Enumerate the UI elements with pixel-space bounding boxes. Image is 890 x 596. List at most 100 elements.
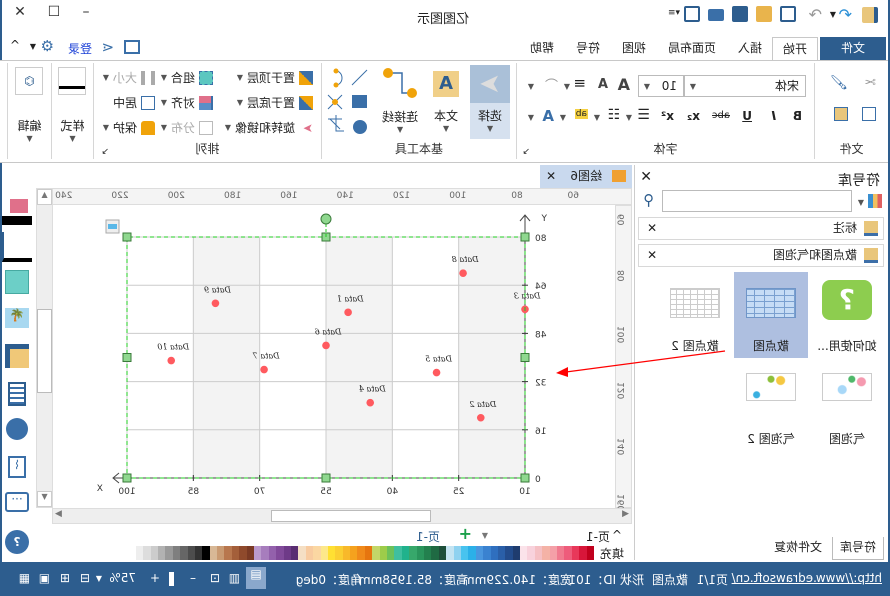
share-icon[interactable]: ⋖ (101, 38, 114, 56)
close-button[interactable]: ✕ (8, 4, 32, 20)
symbol-scatter[interactable]: 散点图 (734, 272, 808, 358)
resize-handle[interactable] (520, 473, 530, 483)
page-list-icon[interactable] (8, 382, 26, 406)
group-button[interactable]: 组合 ▼ (161, 69, 213, 86)
subscript-button[interactable]: x₂ (687, 109, 700, 123)
align-text-icon[interactable]: ≡ (573, 74, 586, 92)
bullet-dropdown-icon[interactable]: ▼ (594, 113, 600, 122)
library-books-icon[interactable] (868, 194, 882, 208)
vscroll-thumb[interactable] (37, 309, 52, 393)
color-swatch[interactable] (254, 546, 262, 560)
color-swatch[interactable] (342, 546, 351, 560)
distribute-button[interactable]: 分布 ▼ (161, 119, 213, 136)
full-screen-icon[interactable]: ⊞ (60, 571, 70, 585)
line-spacing-dropdown-icon[interactable]: ▼ (626, 113, 632, 122)
symbol-bubble-2[interactable]: 气泡图 2 (734, 365, 808, 451)
symbol-scatter-2[interactable]: 散点图 2 (658, 272, 732, 358)
color-swatch[interactable] (431, 546, 439, 560)
help-icon[interactable]: ? (5, 530, 29, 554)
fill-tool-icon[interactable] (2, 195, 32, 225)
page-dropdown-icon[interactable]: ▼ (482, 531, 488, 540)
library-bottom-tab-recovery[interactable]: 文件恢复 (766, 537, 830, 560)
color-swatch[interactable] (460, 546, 469, 560)
color-swatch[interactable] (350, 546, 358, 560)
color-swatch[interactable] (320, 546, 328, 560)
bring-to-front-button[interactable]: 置于顶层 ▼ (237, 69, 313, 86)
zoom-level[interactable]: 75% (109, 571, 136, 585)
color-swatch[interactable] (542, 546, 550, 560)
highlight-icon[interactable]: ab (574, 109, 588, 119)
color-swatch[interactable] (549, 546, 558, 560)
format-painter-icon[interactable]: 🖌 (830, 75, 848, 91)
underline-button[interactable]: U (742, 109, 752, 123)
scroll-down-icon[interactable]: ▼ (37, 491, 52, 507)
color-swatch[interactable] (172, 546, 181, 560)
website-link[interactable]: http://www.edrawsoft.cn/ (732, 571, 882, 585)
color-swatch[interactable] (490, 546, 498, 560)
font-size-dropdown-icon[interactable]: ▼ (644, 82, 650, 91)
color-swatch[interactable] (150, 546, 158, 560)
tab-view[interactable]: 视图 (614, 37, 654, 61)
scroll-left-icon[interactable]: ◀ (622, 509, 629, 519)
color-swatch[interactable] (283, 546, 291, 560)
font-name-dropdown-icon[interactable]: ▼ (690, 82, 696, 91)
page-view-icon[interactable]: ▤ (246, 567, 266, 589)
font-color-dropdown-icon[interactable]: ▼ (528, 113, 534, 122)
grow-font-button[interactable]: A (618, 75, 630, 94)
two-page-view-icon[interactable]: ▥ (229, 571, 240, 585)
font-name-select[interactable]: 宋体 (684, 75, 806, 97)
color-swatch[interactable] (276, 546, 284, 560)
color-swatch[interactable] (239, 546, 247, 560)
color-swatch[interactable] (135, 546, 144, 560)
symbol-bubble[interactable]: 气泡图 (810, 365, 884, 451)
document-tab[interactable]: 绘图6 ✕ (540, 165, 632, 188)
rotate-mirror-button[interactable]: ➤ 旋转和镜像 ▼ (225, 119, 313, 136)
italic-button[interactable]: I (772, 109, 776, 123)
hyperlink-globe-icon[interactable] (6, 418, 28, 440)
arc-dropdown-icon[interactable]: ▼ (528, 82, 534, 91)
resize-handle[interactable] (520, 232, 530, 242)
rotation-handle[interactable] (320, 213, 332, 225)
tab-page-layout[interactable]: 页面布局 (660, 37, 724, 61)
color-swatch[interactable] (313, 546, 321, 560)
tab-home[interactable]: 开始 (772, 37, 818, 61)
connector-tool-button[interactable]: 连接线 ▼ (376, 65, 424, 139)
comment-icon[interactable]: ··· (5, 492, 29, 512)
color-swatch[interactable] (438, 546, 447, 560)
color-swatch[interactable] (298, 546, 306, 560)
resize-handle[interactable] (520, 353, 530, 362)
scroll-right-icon[interactable]: ▶ (55, 509, 62, 519)
style-button[interactable]: 样式 ▼ (51, 63, 93, 159)
color-swatch[interactable] (209, 546, 218, 560)
document-close-icon[interactable]: ✕ (546, 165, 556, 188)
color-swatch[interactable] (387, 546, 395, 560)
zoom-out-button[interactable]: – (190, 571, 196, 585)
color-swatch[interactable] (527, 546, 535, 560)
line-spacing-icon[interactable]: ☰ (637, 107, 650, 123)
text-arc-icon[interactable]: ⌒ (545, 75, 558, 94)
color-swatch[interactable] (512, 546, 521, 560)
page-tab[interactable]: 页-1 (416, 528, 440, 545)
color-swatch[interactable] (261, 546, 269, 560)
current-page-label[interactable]: 页-1 (586, 528, 610, 545)
tab-symbols[interactable]: 符号 (568, 37, 608, 61)
library-section-callout[interactable]: 标注 ✕ (638, 217, 884, 240)
library-search-input[interactable] (662, 190, 852, 212)
color-swatch[interactable] (202, 546, 210, 560)
color-swatch[interactable] (520, 546, 528, 560)
color-swatch[interactable] (231, 546, 240, 560)
gear-icon[interactable]: ⚙ (41, 37, 54, 55)
cut-icon[interactable]: ✂ (864, 75, 876, 91)
color-swatch[interactable] (335, 546, 343, 560)
color-swatch[interactable] (327, 546, 336, 560)
color-swatch[interactable] (468, 546, 476, 560)
fit-page-icon[interactable]: ⊡ (210, 571, 220, 585)
page-list-toggle-icon[interactable]: ^ (612, 528, 622, 542)
center-button[interactable]: 居中 (113, 94, 155, 111)
crop-tool-icon[interactable] (328, 115, 344, 132)
layers-icon[interactable] (5, 344, 29, 368)
paste-icon[interactable] (834, 107, 848, 121)
color-swatch[interactable] (224, 546, 232, 560)
bullet-list-icon[interactable]: ☷ (607, 107, 620, 123)
color-swatch[interactable] (394, 546, 402, 560)
